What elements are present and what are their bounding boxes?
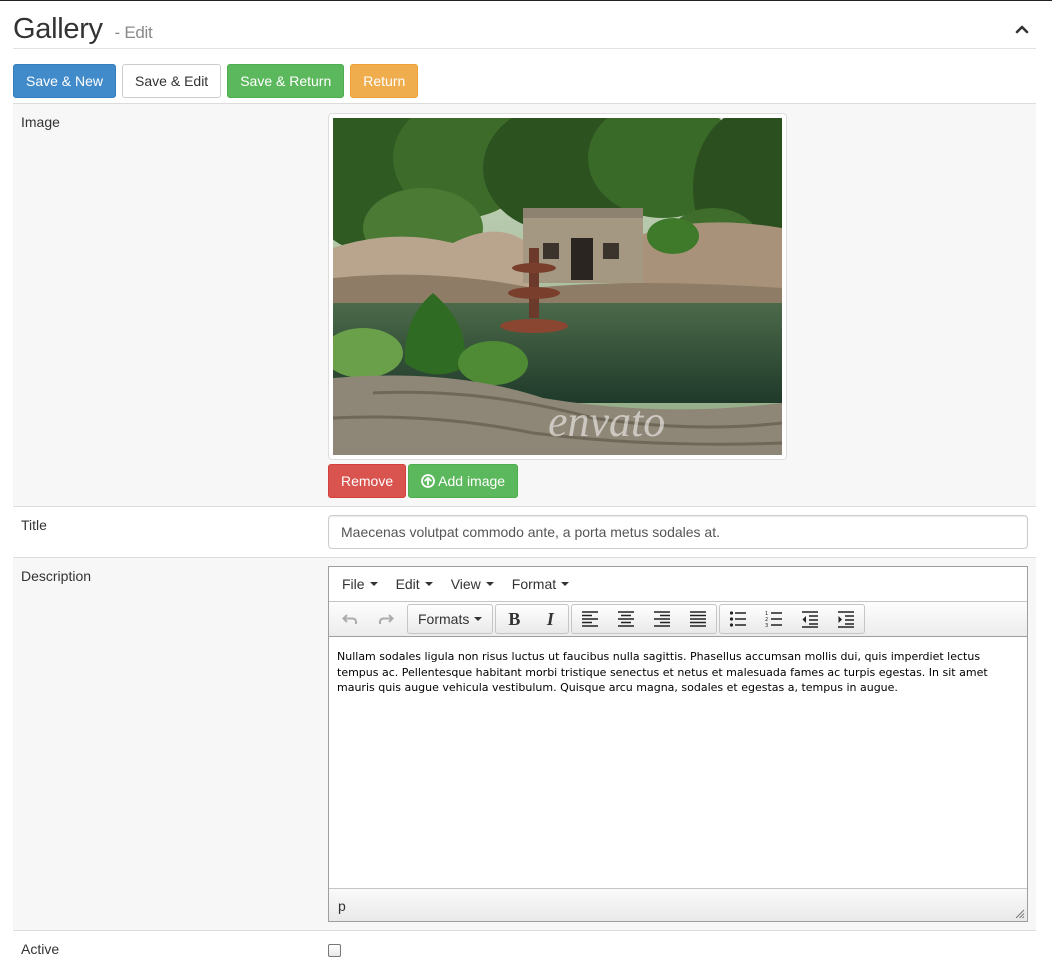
title-input[interactable] xyxy=(328,515,1028,549)
gallery-image: envato xyxy=(333,118,782,455)
add-image-label: Add image xyxy=(438,473,506,489)
description-row: Description File Edit View Format Format… xyxy=(13,557,1036,930)
form-actions: Save & New Save & Edit Save & Return Ret… xyxy=(13,64,419,98)
align-group xyxy=(571,604,718,634)
menu-view-label: View xyxy=(450,576,481,592)
editor-toolbar: Formats B I 1 2 3 xyxy=(329,601,1027,637)
caret-down-icon xyxy=(369,582,378,586)
menu-file[interactable]: File xyxy=(333,576,387,592)
list-group: 123 xyxy=(719,604,866,634)
menu-file-label: File xyxy=(342,576,365,592)
image-row: Image envato Remove Add image xyxy=(13,103,1036,506)
save-edit-button[interactable]: Save & Edit xyxy=(122,64,222,98)
align-left-icon[interactable] xyxy=(572,605,608,633)
editor-menubar: File Edit View Format xyxy=(329,567,1027,601)
menu-view[interactable]: View xyxy=(442,576,503,592)
gallery-edit-page: Gallery - Edit Save & New Save & Edit Sa… xyxy=(0,1,1052,976)
numbered-list-icon[interactable]: 123 xyxy=(756,605,792,633)
caret-down-icon xyxy=(561,582,570,586)
menu-edit[interactable]: Edit xyxy=(387,576,442,592)
resize-handle-icon[interactable] xyxy=(1015,909,1025,919)
page-title-text: Gallery xyxy=(13,13,103,45)
formats-label: Formats xyxy=(418,611,470,627)
svg-text:3: 3 xyxy=(765,623,768,628)
bullet-list-icon[interactable] xyxy=(720,605,756,633)
align-center-icon[interactable] xyxy=(608,605,644,633)
indent-icon[interactable] xyxy=(828,605,864,633)
title-label: Title xyxy=(21,517,47,533)
editor-content[interactable]: Nullam sodales ligula non risus luctus u… xyxy=(329,637,1027,888)
text-style-group: B I xyxy=(495,604,570,634)
formats-dropdown[interactable]: Formats xyxy=(408,605,492,633)
add-image-button[interactable]: Add image xyxy=(408,464,519,498)
remove-image-button[interactable]: Remove xyxy=(328,464,407,498)
save-new-button[interactable]: Save & New xyxy=(13,64,117,98)
active-label: Active xyxy=(21,941,60,957)
menu-edit-label: Edit xyxy=(395,576,420,592)
page-title: Gallery - Edit xyxy=(13,13,153,46)
chevron-up-icon[interactable] xyxy=(1014,21,1030,37)
editor-statusbar: p xyxy=(329,888,1027,921)
menu-format-label: Format xyxy=(511,576,557,592)
align-right-icon[interactable] xyxy=(644,605,680,633)
save-return-button[interactable]: Save & Return xyxy=(227,64,345,98)
formats-group: Formats xyxy=(407,604,494,634)
undo-icon[interactable] xyxy=(332,605,368,633)
active-checkbox[interactable] xyxy=(328,944,341,957)
active-row: Active xyxy=(13,930,1036,976)
element-path[interactable]: p xyxy=(338,898,346,914)
page-subtitle: - Edit xyxy=(114,23,153,42)
page-header: Gallery - Edit xyxy=(13,13,1036,49)
align-justify-icon[interactable] xyxy=(680,605,716,633)
redo-icon[interactable] xyxy=(368,605,404,633)
title-row: Title xyxy=(13,506,1036,557)
history-group xyxy=(331,604,405,634)
menu-format[interactable]: Format xyxy=(503,576,578,592)
description-label: Description xyxy=(21,568,92,584)
outdent-icon[interactable] xyxy=(792,605,828,633)
return-button[interactable]: Return xyxy=(350,64,419,98)
italic-icon[interactable]: I xyxy=(532,605,568,633)
upload-circle-icon xyxy=(421,474,436,488)
image-watermark: envato xyxy=(548,397,665,446)
caret-down-icon xyxy=(485,582,494,586)
rich-text-editor: File Edit View Format Formats B I 1 2 3 … xyxy=(328,566,1028,922)
caret-down-icon xyxy=(424,582,433,586)
bold-icon[interactable]: B xyxy=(496,605,532,633)
caret-down-icon xyxy=(474,617,483,621)
image-thumbnail: envato xyxy=(328,113,787,460)
image-actions: Remove Add image xyxy=(328,464,519,498)
image-label: Image xyxy=(21,114,60,130)
